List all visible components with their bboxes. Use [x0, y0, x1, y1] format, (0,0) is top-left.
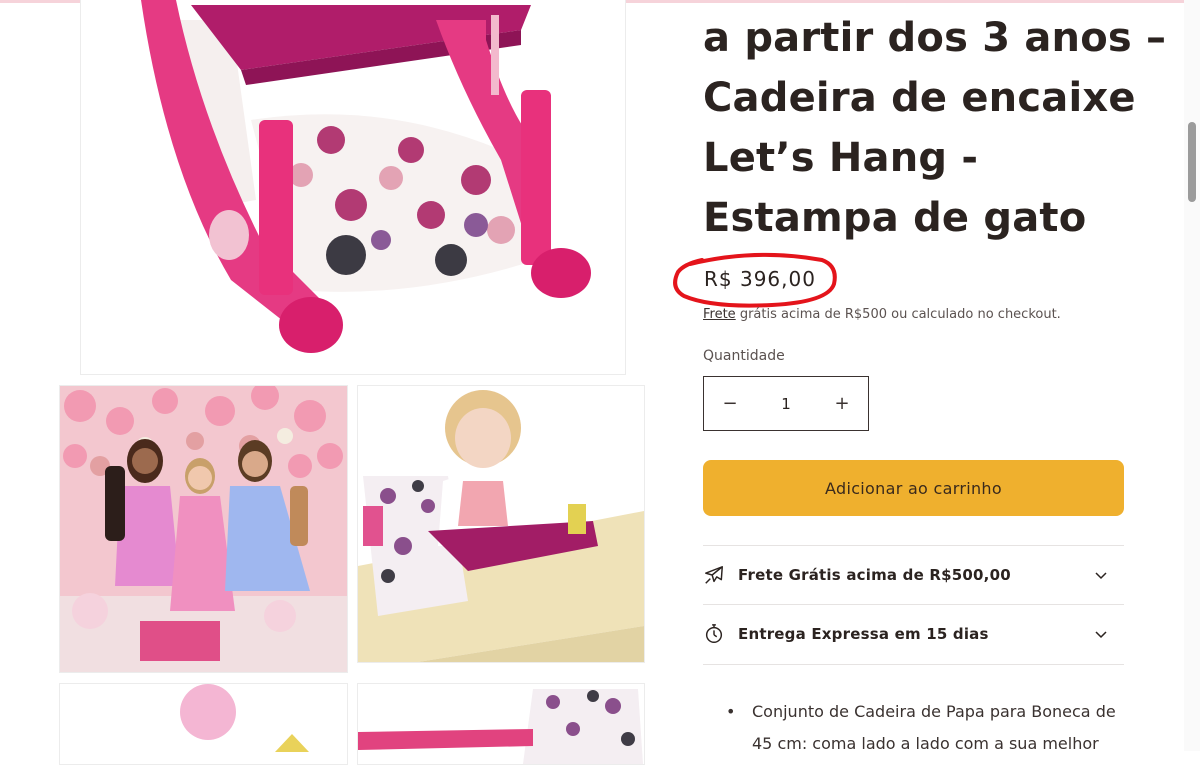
- high-chair-photo: [81, 0, 625, 374]
- description-bullet: Conjunto de Cadeira de Papa para Boneca …: [726, 696, 1126, 760]
- increase-quantity-button[interactable]: +: [816, 377, 868, 430]
- product-title-line: Let’s Hang -: [703, 135, 979, 181]
- accordion-express-delivery[interactable]: Entrega Expressa em 15 dias: [703, 605, 1124, 663]
- stopwatch-icon: [703, 622, 727, 646]
- accordion-divider: [703, 664, 1124, 665]
- thumbnail-doll-at-table[interactable]: [357, 385, 645, 663]
- shipping-policy-link[interactable]: Frete: [703, 307, 736, 322]
- accordion-free-shipping[interactable]: Frete Grátis acima de R$500,00: [703, 546, 1124, 604]
- add-to-cart-button[interactable]: Adicionar ao carrinho: [703, 460, 1124, 516]
- accessories-photo: [60, 684, 347, 764]
- quantity-stepper: − +: [703, 376, 869, 431]
- thumbnail-accessories[interactable]: [59, 683, 348, 765]
- product-price: R$ 396,00: [704, 267, 816, 291]
- scrollbar-thumb[interactable]: [1188, 122, 1196, 202]
- accordion-label: Frete Grátis acima de R$500,00: [738, 566, 1011, 584]
- shipping-note: Frete grátis acima de R$500 ou calculado…: [703, 307, 1061, 322]
- product-title: a partir dos 3 anos – Cadeira de encaixe…: [703, 8, 1167, 248]
- product-title-line: a partir dos 3 anos –: [703, 15, 1167, 61]
- girls-party-photo: [60, 386, 347, 672]
- thumbnail-girls-party[interactable]: [59, 385, 348, 673]
- scrollbar[interactable]: [1184, 0, 1200, 751]
- product-title-line: Estampa de gato: [703, 195, 1087, 241]
- doll-at-table-photo: [358, 386, 644, 662]
- accordion-label: Entrega Expressa em 15 dias: [738, 625, 989, 643]
- decrease-quantity-button[interactable]: −: [704, 377, 756, 430]
- airplane-icon: [703, 563, 727, 587]
- product-title-line: Cadeira de encaixe: [703, 75, 1136, 121]
- quantity-label: Quantidade: [703, 348, 785, 364]
- chevron-down-icon: [1095, 572, 1107, 580]
- chevron-down-icon: [1095, 631, 1107, 639]
- thumbnail-chair-detail[interactable]: [357, 683, 645, 765]
- shipping-note-text: grátis acima de R$500 ou calculado no ch…: [735, 307, 1061, 322]
- chair-detail-photo: [358, 684, 644, 764]
- product-description: Conjunto de Cadeira de Papa para Boneca …: [726, 696, 1126, 760]
- main-product-image[interactable]: [80, 0, 626, 375]
- quantity-input[interactable]: [756, 393, 816, 414]
